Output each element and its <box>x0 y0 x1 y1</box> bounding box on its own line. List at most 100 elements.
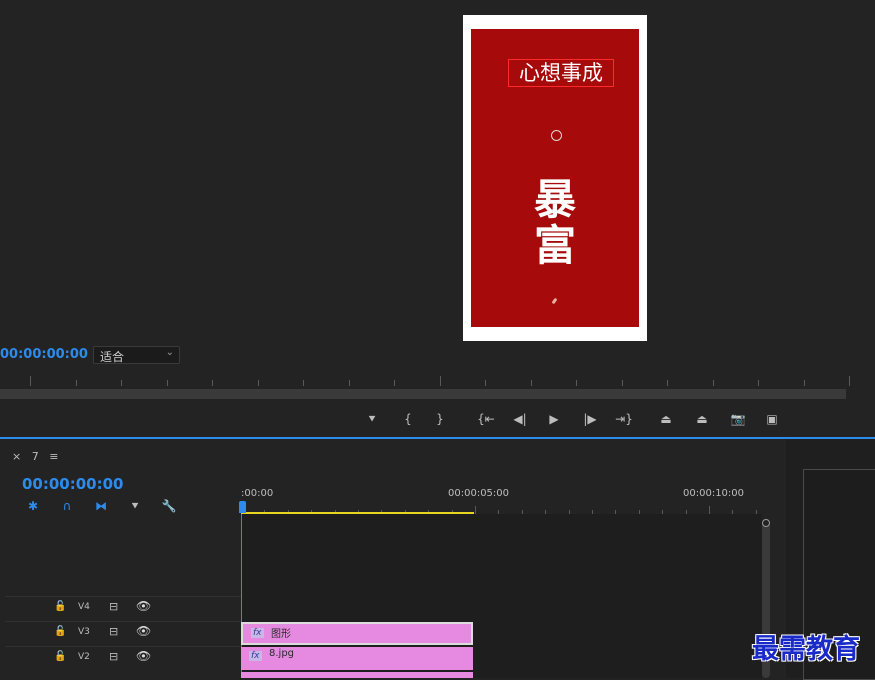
track-header-v2[interactable]: 🔓 V2 ⊟ 👁 <box>5 646 241 671</box>
timeline-tab[interactable]: × 7 ≡ <box>12 450 58 463</box>
sync-lock-icon[interactable]: ⊟ <box>109 600 118 613</box>
lift-button[interactable]: ⏏ <box>656 409 676 429</box>
ruler-tick <box>475 506 476 514</box>
ruler-tick <box>667 380 668 386</box>
sequence-name: 7 <box>31 450 39 463</box>
ruler-tick <box>440 376 441 386</box>
eye-icon[interactable]: 👁 <box>136 649 151 663</box>
step-back-button[interactable]: ◀| <box>510 409 530 429</box>
lift-icon: ⏏ <box>660 412 672 426</box>
ruler-tick <box>485 380 486 386</box>
clip-graphic[interactable]: fx 图形 <box>241 622 473 645</box>
step-back-icon: ◀| <box>513 412 527 426</box>
sync-lock-icon[interactable]: ⊟ <box>109 625 118 638</box>
timeline-ruler[interactable]: :00:00 00:00:05:00 00:00:10:00 <box>241 487 761 514</box>
monitor-zoom-scrollbar[interactable] <box>0 389 846 399</box>
ruler-tick <box>76 380 77 386</box>
ruler-tick <box>30 376 31 386</box>
lock-icon[interactable]: 🔓 <box>54 601 66 612</box>
ruler-tick <box>576 380 577 386</box>
playhead-timecode[interactable]: 00:00:00:00 <box>0 347 88 362</box>
preview-card: 心想事成 暴 富 <box>471 29 639 327</box>
add-marker-button[interactable]: ⯆ <box>362 409 382 429</box>
menu-icon[interactable]: ≡ <box>49 450 58 463</box>
transport-controls: ⯆ {} {⇤ ◀| ▶ |▶ ⇥} ⏏ ⏏ 📷 ▣ <box>0 404 875 434</box>
ruler-tick <box>212 380 213 386</box>
marker-icon: ⯆ <box>130 499 140 513</box>
anchor-point-icon[interactable] <box>551 130 562 141</box>
mark-out-button[interactable]: } <box>430 409 450 429</box>
clip-image[interactable]: fx 8.jpg <box>241 647 473 670</box>
track-label[interactable]: V4 <box>78 602 90 612</box>
lock-icon[interactable]: 🔓 <box>54 651 66 662</box>
track-label[interactable]: V3 <box>78 627 90 637</box>
ruler-label: 00:00:10:00 <box>683 488 745 499</box>
mark-in-icon: { <box>404 412 412 426</box>
camera-icon: 📷 <box>730 412 746 426</box>
decoration-mark <box>551 297 558 305</box>
greeting-text[interactable]: 心想事成 <box>508 59 614 87</box>
preview-frame: 心想事成 暴 富 <box>463 15 647 341</box>
marker-icon: ⯆ <box>367 412 377 426</box>
ruler-tick <box>258 380 259 386</box>
ruler-tick <box>622 380 623 386</box>
extract-button[interactable]: ⏏ <box>692 409 712 429</box>
mark-in-button[interactable]: { <box>398 409 418 429</box>
clip-name: 图形 <box>271 629 291 640</box>
go-to-out-button[interactable]: ⇥} <box>614 409 634 429</box>
timeline-timecode[interactable]: 00:00:00:00 <box>22 475 124 493</box>
linked-selection-tool[interactable]: ⧓ <box>92 498 110 514</box>
monitor-time-ruler[interactable] <box>0 370 875 388</box>
sync-lock-icon[interactable]: ⊟ <box>109 650 118 663</box>
step-forward-icon: |▶ <box>583 412 597 426</box>
timeline-panel: × 7 ≡ 00:00:00:00 :00:00 00:00:05:00 00:00… <box>0 439 786 678</box>
play-icon: ▶ <box>549 412 559 426</box>
step-forward-button[interactable]: |▶ <box>580 409 600 429</box>
nest-icon: ✱ <box>27 499 39 513</box>
ruler-tick <box>709 506 710 514</box>
track-label[interactable]: V2 <box>78 652 90 662</box>
fx-badge: fx <box>251 628 264 638</box>
clip-partial[interactable] <box>241 672 473 678</box>
ruler-tick <box>849 376 850 386</box>
track-header-v4[interactable]: 🔓 V4 ⊟ 👁 <box>5 596 241 621</box>
fit-select[interactable]: 适合 ⌄ <box>93 346 180 364</box>
ruler-tick <box>303 380 304 386</box>
big-char-2: 富 <box>533 221 576 270</box>
linked-selection-icon: ⧓ <box>95 499 107 513</box>
playhead-handle[interactable] <box>239 501 246 513</box>
program-monitor: 心想事成 暴 富 00:00:00:00 适合 ⌄ ⯆ {} {⇤ ◀| ▶ |▶ ⇥} ⏏ ⏏… <box>0 0 875 437</box>
magnet-icon: ∩ <box>62 499 72 513</box>
go-to-in-icon: {⇤ <box>477 412 495 426</box>
export-frame-button[interactable]: 📷 <box>728 409 748 429</box>
close-icon[interactable]: × <box>12 450 21 463</box>
ruler-label: 00:00:05:00 <box>448 488 510 499</box>
ruler-tick <box>531 380 532 386</box>
eye-icon[interactable]: 👁 <box>136 599 151 613</box>
ruler-label: :00:00 <box>241 488 274 499</box>
clip-name: 8.jpg <box>269 648 295 659</box>
add-marker-tool[interactable]: ⯆ <box>126 498 144 514</box>
ruler-tick <box>167 380 168 386</box>
go-to-out-icon: ⇥} <box>615 412 633 426</box>
big-char-1: 暴 <box>533 175 576 224</box>
track-headers: 🔓 V4 ⊟ 👁 🔓 V3 ⊟ 👁 🔓 V2 ⊟ 👁 <box>5 596 241 678</box>
eye-icon[interactable]: 👁 <box>136 624 151 638</box>
extract-icon: ⏏ <box>696 412 708 426</box>
play-button[interactable]: ▶ <box>544 409 564 429</box>
watermark-logo: 最需教育 <box>752 634 860 665</box>
nest-tool[interactable]: ✱ <box>24 498 42 514</box>
timeline-settings-tool[interactable]: 🔧 <box>160 498 178 514</box>
ruler-tick <box>758 380 759 386</box>
go-to-in-button[interactable]: {⇤ <box>476 409 496 429</box>
track-header-v3[interactable]: 🔓 V3 ⊟ 👁 <box>5 621 241 646</box>
scrollbar-handle[interactable] <box>762 519 770 527</box>
snap-tool[interactable]: ∩ <box>58 498 76 514</box>
ruler-tick <box>804 380 805 386</box>
fx-badge: fx <box>249 651 262 661</box>
ruler-tick <box>394 380 395 386</box>
compare-button[interactable]: ▣ <box>762 409 782 429</box>
chevron-down-icon: ⌄ <box>165 347 174 358</box>
mark-out-icon: } <box>436 412 444 426</box>
lock-icon[interactable]: 🔓 <box>54 626 66 637</box>
